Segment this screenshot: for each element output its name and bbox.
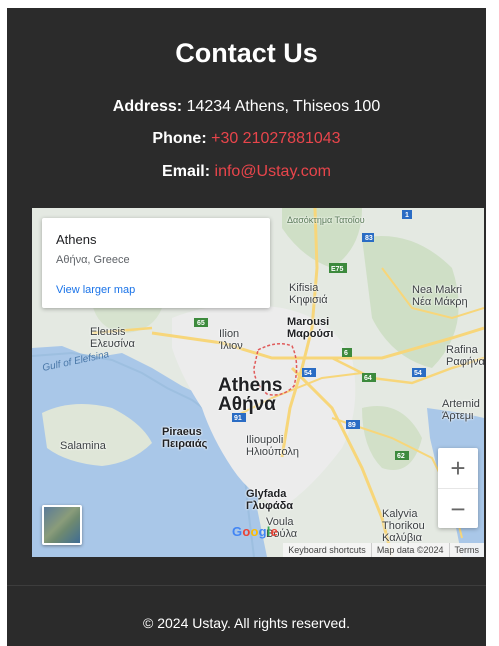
google-logo: Google — [232, 524, 279, 539]
road-shield: E75 — [331, 266, 344, 273]
map-label-glyfada: Glyfada Γλυφάδα — [246, 488, 294, 512]
map-label-ilioupoli: Ilioupoli Ηλιούπολη — [246, 434, 299, 458]
zoom-in-button[interactable]: + — [438, 448, 478, 488]
map-label-kifisia: Kifisia Κηφισιά — [289, 282, 328, 306]
map-card-title: Athens — [56, 232, 97, 247]
email-label: Email: — [162, 163, 211, 180]
footer-copyright: © 2024 Ustay. All rights reserved. — [143, 615, 350, 631]
road-shield: 6 — [344, 350, 348, 357]
map-label-kalyvia: Kalyvia Thorikou Καλύβια — [382, 508, 425, 544]
map-info-card: Athens Αθήνα, Greece View larger map — [42, 218, 270, 308]
road-shield: 62 — [397, 453, 405, 460]
road-shield: 64 — [364, 375, 372, 382]
zoom-out-button[interactable]: − — [438, 488, 478, 529]
road-shield: 1 — [405, 212, 409, 219]
contact-section: Contact Us Address: 14234 Athens, Thiseo… — [7, 8, 486, 646]
map-label-tatoiou: Δασόκτημα Τατοΐου — [287, 215, 365, 225]
embedded-map[interactable]: E75 65 83 1 6 54 64 91 89 54 62 Δασόκτημ… — [32, 208, 484, 557]
map-label-ilion: Ilion Ίλιον — [219, 328, 243, 352]
map-label-marousi: Marousi Μαρούσι — [287, 316, 334, 340]
map-attribution: Keyboard shortcuts Map data ©2024 Terms — [283, 543, 484, 557]
map-label-nea-makri: Nea Makri Νέα Μάκρη — [412, 284, 468, 308]
map-label-eleusis: Eleusis Ελευσίνα — [90, 326, 135, 350]
email-line: Email: info@Ustay.com — [7, 163, 486, 181]
zoom-controls: + − — [438, 448, 478, 528]
satellite-view-toggle[interactable] — [42, 505, 82, 545]
email-link[interactable]: info@Ustay.com — [215, 163, 331, 180]
road-shield: 89 — [348, 422, 356, 429]
terms-link[interactable]: Terms — [448, 543, 485, 557]
keyboard-shortcuts-link[interactable]: Keyboard shortcuts — [283, 543, 371, 557]
map-data-text: Map data ©2024 — [370, 543, 449, 557]
address-label: Address: — [112, 98, 183, 115]
contact-title: Contact Us — [175, 38, 318, 68]
road-shield: 54 — [304, 370, 312, 377]
map-label-athens: Athens Αθήνα — [218, 375, 283, 415]
road-shield: 91 — [234, 415, 242, 422]
map-label-rafina: Rafina Ραφήνα — [446, 344, 484, 368]
phone-link[interactable]: +30 21027881043 — [211, 130, 340, 147]
map-card-subtitle: Αθήνα, Greece — [56, 254, 130, 266]
road-shield: 65 — [197, 320, 205, 327]
phone-label: Phone: — [152, 130, 207, 147]
map-label-piraeus: Piraeus Πειραιάς — [162, 426, 208, 450]
address-line: Address: 14234 Athens, Thiseos 100 — [7, 98, 486, 116]
road-shield: 83 — [365, 235, 373, 242]
address-value: 14234 Athens, Thiseos 100 — [186, 98, 381, 115]
footer-divider — [7, 585, 486, 586]
map-label-salamina: Salamina — [60, 440, 106, 452]
view-larger-map-link[interactable]: View larger map — [56, 284, 135, 296]
phone-line: Phone: +30 21027881043 — [7, 130, 486, 148]
map-label-artemida: Artemid Άρτεμι — [442, 398, 480, 422]
road-shield: 54 — [414, 370, 422, 377]
